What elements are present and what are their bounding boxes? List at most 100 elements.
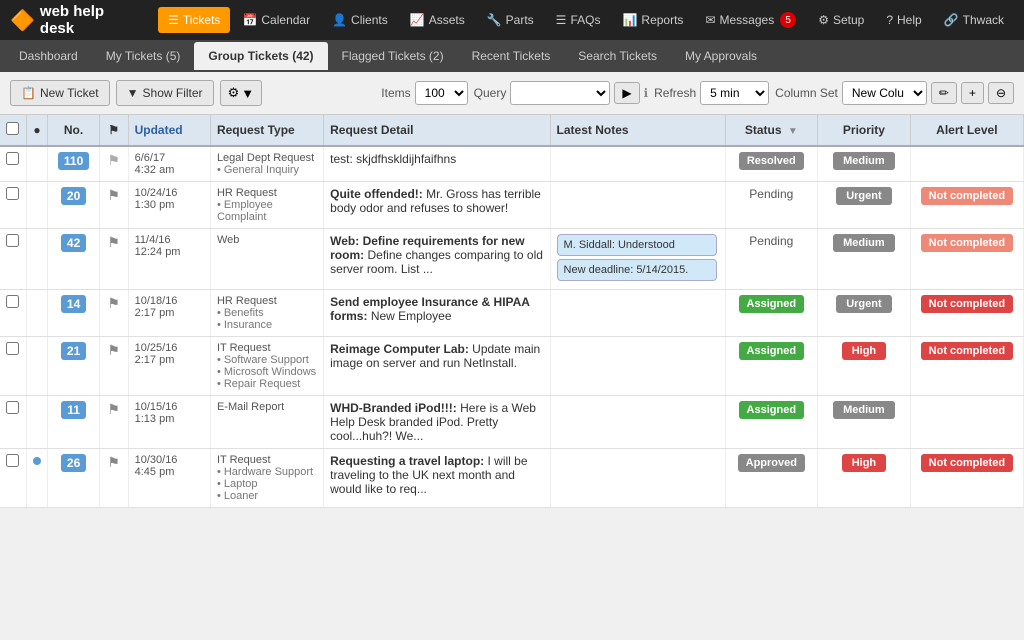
row-priority-cell: High xyxy=(818,337,911,396)
table-row: 20⚑10/24/161:30 pmHR Request• Employee C… xyxy=(0,182,1024,229)
select-all-checkbox[interactable] xyxy=(6,122,19,135)
show-filter-button[interactable]: ▼ Show Filter xyxy=(116,80,214,106)
column-set-select[interactable]: New Colu xyxy=(842,81,927,105)
column-set-edit-button[interactable]: ✏ xyxy=(931,82,957,104)
ticket-number-badge[interactable]: 11 xyxy=(61,401,86,419)
row-checkbox[interactable] xyxy=(6,295,19,308)
nav-item-setup[interactable]: ⚙ Setup xyxy=(808,7,874,33)
nav-item-faqs[interactable]: ☰ FAQs xyxy=(546,7,611,33)
tab-my-approvals[interactable]: My Approvals xyxy=(671,42,771,70)
row-checkbox[interactable] xyxy=(6,187,19,200)
toolbar: 📋 New Ticket ▼ Show Filter ⚙ ▼ Items 100… xyxy=(0,72,1024,115)
items-select[interactable]: 100 50 25 xyxy=(415,81,468,105)
col-header-updated[interactable]: Updated xyxy=(128,115,210,146)
priority-badge: Medium xyxy=(833,401,895,419)
flag-icon[interactable]: ⚑ xyxy=(107,454,120,470)
nav-item-messages[interactable]: ✉ Messages 5 xyxy=(695,6,806,34)
ticket-number-badge[interactable]: 42 xyxy=(61,234,86,252)
row-checkbox[interactable] xyxy=(6,454,19,467)
tab-my-tickets[interactable]: My Tickets (5) xyxy=(92,42,195,70)
nav-item-parts[interactable]: 🔧 Parts xyxy=(477,7,544,33)
setup-icon: ⚙ xyxy=(818,13,829,27)
row-status-cell: Assigned xyxy=(725,396,818,449)
row-checkbox[interactable] xyxy=(6,401,19,414)
request-type-sub: • Hardware Support xyxy=(217,466,313,478)
new-ticket-icon: 📋 xyxy=(21,86,36,100)
logo-text: web help desk xyxy=(40,3,138,37)
row-request-type-cell: E-Mail Report xyxy=(210,396,323,449)
col-header-alert-level[interactable]: Alert Level xyxy=(910,115,1023,146)
col-header-latest-notes[interactable]: Latest Notes xyxy=(550,115,725,146)
row-dot-cell xyxy=(26,229,48,290)
request-type-main: HR Request xyxy=(217,187,277,199)
tickets-table: ● No. ⚑ Updated Request Type Request Det… xyxy=(0,115,1024,508)
alert-badge: Not completed xyxy=(921,187,1013,205)
row-request-type-cell: Legal Dept Request• General Inquiry xyxy=(210,146,323,182)
tab-recent-tickets[interactable]: Recent Tickets xyxy=(458,42,565,70)
gear-icon: ⚙ xyxy=(228,85,240,101)
flag-icon[interactable]: ⚑ xyxy=(107,342,120,358)
row-flag-cell: ⚑ xyxy=(99,396,128,449)
nav-item-calendar[interactable]: 📅 Calendar xyxy=(232,7,320,33)
clients-icon: 👤 xyxy=(332,13,347,27)
col-header-flag[interactable]: ⚑ xyxy=(99,115,128,146)
column-set-add-button[interactable]: + xyxy=(961,82,984,104)
nav-item-tickets[interactable]: ☰ Tickets xyxy=(158,7,230,33)
column-set-delete-button[interactable]: ⊖ xyxy=(988,82,1014,104)
row-ticket-number-cell: 20 xyxy=(48,182,99,229)
query-section: Query ▶ ℹ xyxy=(474,81,648,105)
nav-item-assets[interactable]: 📈 Assets xyxy=(400,7,475,33)
tab-group-tickets[interactable]: Group Tickets (42) xyxy=(194,42,327,70)
ticket-number-badge[interactable]: 26 xyxy=(61,454,86,472)
flag-icon[interactable]: ⚑ xyxy=(107,295,120,311)
gear-settings-button[interactable]: ⚙ ▼ xyxy=(220,80,263,106)
column-set-section: Column Set New Colu ✏ + ⊖ xyxy=(775,81,1014,105)
row-checkbox[interactable] xyxy=(6,152,19,165)
ticket-number-badge[interactable]: 110 xyxy=(58,152,89,170)
nav-item-clients[interactable]: 👤 Clients xyxy=(322,7,398,33)
row-updated-cell: 10/15/161:13 pm xyxy=(128,396,210,449)
nav-item-reports[interactable]: 📊 Reports xyxy=(612,7,693,33)
row-checkbox-cell xyxy=(0,396,26,449)
row-status-cell: Resolved xyxy=(725,146,818,182)
row-latest-notes-cell xyxy=(550,337,725,396)
ticket-number-badge[interactable]: 21 xyxy=(61,342,86,360)
row-latest-notes-cell: M. Siddall: UnderstoodNew deadline: 5/14… xyxy=(550,229,725,290)
request-type-sub: • Benefits xyxy=(217,307,264,319)
flag-icon[interactable]: ⚑ xyxy=(107,234,120,250)
nav-item-help[interactable]: ? Help xyxy=(876,7,931,33)
col-header-request-detail[interactable]: Request Detail xyxy=(324,115,550,146)
tab-flagged-tickets[interactable]: Flagged Tickets (2) xyxy=(328,42,458,70)
priority-badge: High xyxy=(842,454,886,472)
flag-icon[interactable]: ⚑ xyxy=(107,401,120,417)
query-select[interactable] xyxy=(510,81,610,105)
tab-dashboard[interactable]: Dashboard xyxy=(5,42,92,70)
ticket-number-badge[interactable]: 14 xyxy=(61,295,86,313)
row-checkbox-cell xyxy=(0,449,26,508)
row-alert-level-cell: Not completed xyxy=(910,229,1023,290)
col-header-priority[interactable]: Priority xyxy=(818,115,911,146)
flag-icon[interactable]: ⚑ xyxy=(107,152,120,168)
request-type-main: E-Mail Report xyxy=(217,401,284,413)
row-priority-cell: High xyxy=(818,449,911,508)
flag-icon[interactable]: ⚑ xyxy=(107,187,120,203)
top-bar: 🔶 web help desk ☰ Tickets 📅 Calendar 👤 C… xyxy=(0,0,1024,40)
col-header-status[interactable]: Status ▼ xyxy=(725,115,818,146)
nav-item-thwack[interactable]: 🔗 Thwack xyxy=(934,7,1014,33)
tab-search-tickets[interactable]: Search Tickets xyxy=(564,42,671,70)
new-ticket-button[interactable]: 📋 New Ticket xyxy=(10,80,110,106)
col-header-no[interactable]: No. xyxy=(48,115,99,146)
row-priority-cell: Medium xyxy=(818,229,911,290)
request-type-sub: • Insurance xyxy=(217,319,272,331)
row-request-type-cell: HR Request• Employee Complaint xyxy=(210,182,323,229)
row-checkbox[interactable] xyxy=(6,234,19,247)
refresh-select[interactable]: 5 min 1 min 10 min Never xyxy=(700,81,769,105)
col-header-request-type[interactable]: Request Type xyxy=(210,115,323,146)
query-go-button[interactable]: ▶ xyxy=(614,82,639,104)
ticket-number-badge[interactable]: 20 xyxy=(61,187,86,205)
row-dot-cell xyxy=(26,182,48,229)
calendar-icon: 📅 xyxy=(242,13,257,27)
row-status-cell: Approved xyxy=(725,449,818,508)
row-checkbox[interactable] xyxy=(6,342,19,355)
note-bubble: New deadline: 5/14/2015. xyxy=(557,259,717,281)
